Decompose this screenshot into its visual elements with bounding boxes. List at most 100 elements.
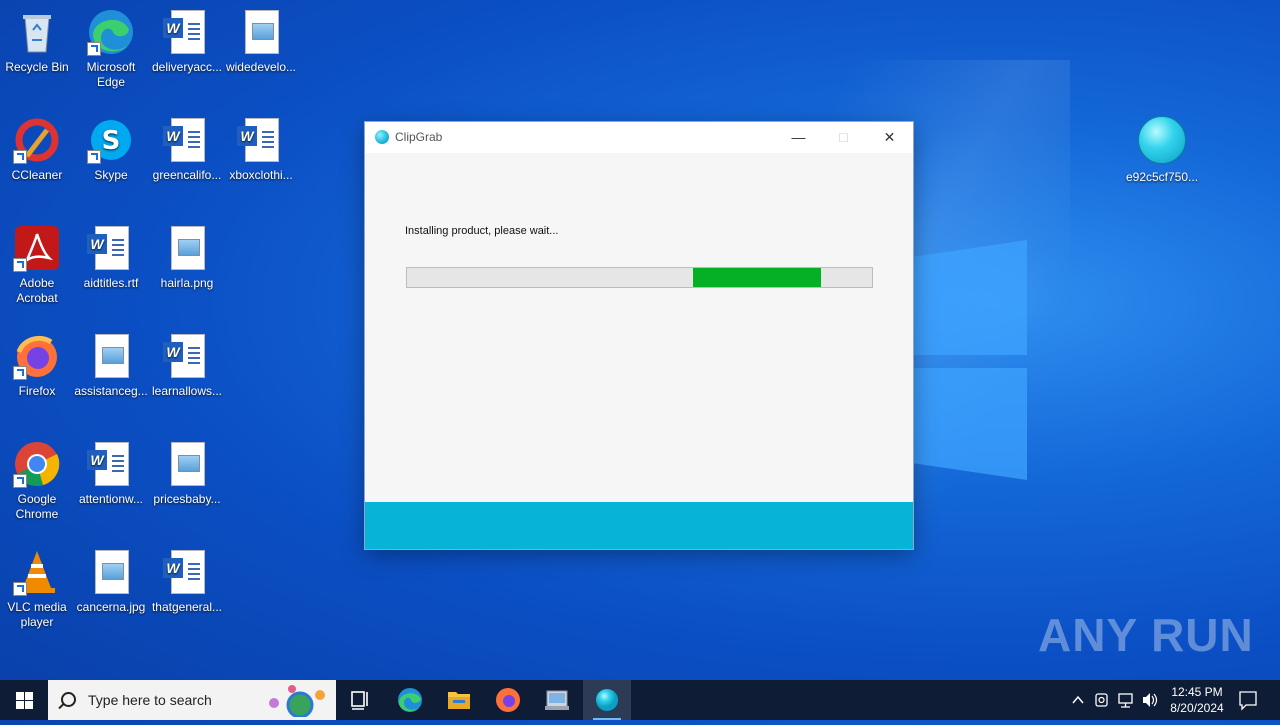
search-placeholder: Type here to search xyxy=(88,692,212,708)
taskbar-edge[interactable] xyxy=(386,680,434,720)
desktop-icon-label: attentionw... xyxy=(78,492,144,506)
taskbar-installer[interactable] xyxy=(533,680,581,720)
window-title: ClipGrab xyxy=(395,130,443,144)
image-file-icon xyxy=(237,8,285,56)
desktop-icon-microsoft-edge[interactable]: Microsoft Edge xyxy=(73,8,149,90)
desktop-icon-recycle-bin[interactable]: Recycle Bin xyxy=(0,8,75,75)
desktop-icon-thatgeneral[interactable]: W thatgeneral... xyxy=(149,548,225,615)
firefox-icon xyxy=(13,332,61,380)
maximize-button[interactable]: □ xyxy=(821,122,866,153)
vlc-cone-icon xyxy=(13,548,61,596)
adobe-acrobat-icon xyxy=(13,224,61,272)
desktop-icon-label: thatgeneral... xyxy=(151,600,223,614)
installer-icon xyxy=(545,690,569,710)
clipgrab-icon xyxy=(1138,116,1186,164)
chrome-icon xyxy=(13,440,61,488)
edge-icon xyxy=(87,8,135,56)
image-file-icon xyxy=(163,224,211,272)
minimize-button[interactable]: — xyxy=(776,122,821,153)
desktop-icon-label: xboxclothi... xyxy=(229,168,293,182)
search-highlight-art-icon xyxy=(269,685,325,717)
word-document-icon: W xyxy=(163,116,211,164)
meet-now-icon[interactable] xyxy=(1092,680,1112,720)
desktop-icon-label: aidtitles.rtf xyxy=(83,276,139,290)
word-document-icon: W xyxy=(87,224,135,272)
desktop-icon-pricesbaby[interactable]: pricesbaby... xyxy=(149,440,225,507)
desktop-icon-label: VLC media player xyxy=(7,600,67,629)
taskbar-clock[interactable]: 12:45 PM 8/20/2024 xyxy=(1160,684,1234,716)
desktop-icon-label: Microsoft Edge xyxy=(86,60,136,89)
taskbar: Type here to search 12:45 PM 8/20/2024 xyxy=(0,680,1280,720)
shortcut-arrow-icon xyxy=(13,474,27,488)
volume-icon[interactable] xyxy=(1140,680,1160,720)
shortcut-arrow-icon xyxy=(13,258,27,272)
clock-date: 8/20/2024 xyxy=(1170,701,1224,715)
ccleaner-icon xyxy=(13,116,61,164)
desktop-icon-clipgrab-installer[interactable]: e92c5cf750... xyxy=(1124,116,1200,185)
shortcut-arrow-icon xyxy=(87,150,101,164)
desktop-icon-label: hairla.png xyxy=(160,276,214,290)
desktop-icon-deliveryacc[interactable]: W deliveryacc... xyxy=(149,8,225,75)
word-document-icon: W xyxy=(163,332,211,380)
desktop-icon-cancerna[interactable]: cancerna.jpg xyxy=(73,548,149,615)
desktop-icon-learnallows[interactable]: W learnallows... xyxy=(149,332,225,399)
clipgrab-app-icon xyxy=(375,130,389,144)
desktop-icon-widedevelo[interactable]: widedevelo... xyxy=(223,8,299,75)
notifications-icon[interactable] xyxy=(1236,680,1260,720)
install-progress-bar xyxy=(406,267,873,288)
desktop-icon-label: learnallows... xyxy=(151,384,223,398)
windows-logo-wallpaper xyxy=(905,240,1027,480)
svg-text:S: S xyxy=(102,126,121,156)
desktop-icon-label: Adobe Acrobat xyxy=(16,276,58,305)
desktop-icon-skype[interactable]: S Skype xyxy=(73,116,149,183)
search-icon xyxy=(61,692,76,707)
edge-icon xyxy=(398,688,422,712)
recycle-bin-icon xyxy=(13,8,61,56)
desktop-icon-adobe-acrobat[interactable]: Adobe Acrobat xyxy=(0,224,75,306)
desktop-icon-google-chrome[interactable]: Google Chrome xyxy=(0,440,75,522)
desktop-icon-label: assistanceg... xyxy=(74,384,148,398)
firefox-icon xyxy=(496,688,520,712)
desktop-icon-vlc[interactable]: VLC media player xyxy=(0,548,75,630)
show-hidden-icons-chevron-icon[interactable] xyxy=(1068,680,1088,720)
image-file-icon xyxy=(87,548,135,596)
shortcut-arrow-icon xyxy=(13,582,27,596)
shortcut-arrow-icon xyxy=(13,366,27,380)
folder-icon xyxy=(448,692,470,709)
start-button[interactable] xyxy=(0,680,48,720)
shortcut-arrow-icon xyxy=(87,42,101,56)
title-bar[interactable]: ClipGrab — □ ✕ xyxy=(365,122,913,153)
desktop-icon-firefox[interactable]: Firefox xyxy=(0,332,75,399)
desktop-icon-xboxclothi[interactable]: W xboxclothi... xyxy=(223,116,299,183)
clipgrab-icon xyxy=(596,689,618,711)
desktop-icon-assistanceg[interactable]: assistanceg... xyxy=(73,332,149,399)
desktop-icon-aidtitles[interactable]: W aidtitles.rtf xyxy=(73,224,149,291)
desktop-icon-label: widedevelo... xyxy=(225,60,297,74)
desktop-icon-label: e92c5cf750... xyxy=(1125,170,1199,184)
taskbar-firefox[interactable] xyxy=(484,680,532,720)
desktop-icon-ccleaner[interactable]: CCleaner xyxy=(0,116,75,183)
desktop-icon-label: deliveryacc... xyxy=(151,60,223,74)
word-document-icon: W xyxy=(163,8,211,56)
progress-fill xyxy=(692,268,821,287)
close-button[interactable]: ✕ xyxy=(867,122,912,153)
desktop-icon-hairla[interactable]: hairla.png xyxy=(149,224,225,291)
taskbar-search-box[interactable]: Type here to search xyxy=(48,680,336,720)
clipgrab-install-dialog: ClipGrab — □ ✕ Installing product, pleas… xyxy=(365,122,913,549)
word-document-icon: W xyxy=(237,116,285,164)
desktop-icon-attentionw[interactable]: W attentionw... xyxy=(73,440,149,507)
desktop-icon-greencalifo[interactable]: W greencalifo... xyxy=(149,116,225,183)
network-icon[interactable] xyxy=(1116,680,1136,720)
desktop-icon-label: cancerna.jpg xyxy=(76,600,146,614)
desktop-icon-label: greencalifo... xyxy=(152,168,222,182)
word-document-icon: W xyxy=(163,548,211,596)
taskbar-clipgrab[interactable] xyxy=(583,680,631,720)
dialog-footer xyxy=(365,502,913,549)
desktop-icon-label: pricesbaby... xyxy=(153,492,221,506)
taskbar-task-view[interactable] xyxy=(336,680,384,720)
image-file-icon xyxy=(87,332,135,380)
skype-icon: S xyxy=(87,116,135,164)
taskbar-file-explorer[interactable] xyxy=(435,680,483,720)
image-file-icon xyxy=(163,440,211,488)
desktop-icon-label: Google Chrome xyxy=(15,492,59,521)
